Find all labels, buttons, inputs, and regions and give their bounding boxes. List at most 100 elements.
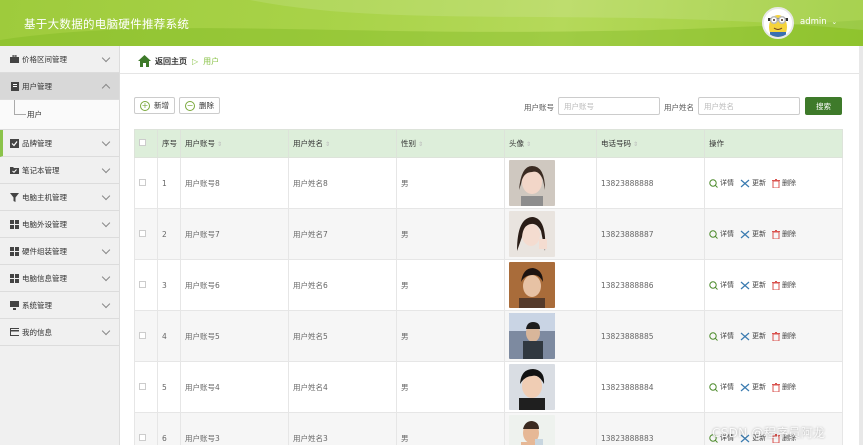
row-select-cell[interactable] xyxy=(134,412,158,445)
delete-row-button[interactable]: 删除 xyxy=(772,331,796,341)
column-header-name[interactable]: 用户姓名 ⇕ xyxy=(288,129,397,158)
edit-button[interactable]: 更新 xyxy=(740,331,766,341)
add-button[interactable]: + 新增 xyxy=(134,97,175,114)
trash-icon xyxy=(772,178,780,188)
column-header-account[interactable]: 用户账号 ⇕ xyxy=(180,129,289,158)
sidebar-item-label: 系统管理 xyxy=(22,300,52,310)
delete-row-button[interactable]: 删除 xyxy=(772,229,796,239)
sidebar-item-laptops[interactable]: 笔记本管理 xyxy=(0,157,119,184)
header-label: 性别 xyxy=(401,139,416,148)
row-checkbox[interactable] xyxy=(139,280,146,288)
sidebar-item-label: 电脑外设管理 xyxy=(22,219,67,229)
user-photo[interactable] xyxy=(509,160,555,206)
delete-label: 删除 xyxy=(782,179,796,187)
delete-row-button[interactable]: 删除 xyxy=(772,178,796,188)
cell-phone: 13823888888 xyxy=(596,157,705,209)
delete-row-button[interactable]: 删除 xyxy=(772,280,796,290)
user-menu[interactable]: admin ⌄ xyxy=(800,17,837,27)
tools-icon xyxy=(740,281,750,289)
row-checkbox[interactable] xyxy=(139,433,146,441)
name-search-input[interactable] xyxy=(698,97,800,115)
account-search-input[interactable] xyxy=(558,97,660,115)
select-all-checkbox[interactable] xyxy=(139,139,146,146)
sort-icon[interactable]: ⇕ xyxy=(526,141,531,148)
sort-icon[interactable]: ⇕ xyxy=(217,141,222,148)
sidebar-item-system[interactable]: 系统管理 xyxy=(0,292,119,319)
table-row[interactable]: 5 用户账号4 用户姓名4 男 13823888884 详情 更新 删除 xyxy=(134,361,843,413)
grid-icon xyxy=(10,273,19,283)
row-actions: 详情 更新 删除 xyxy=(709,229,842,239)
row-actions: 详情 更新 删除 xyxy=(709,382,842,392)
breadcrumb-home[interactable]: 返回主页 xyxy=(155,56,187,67)
cell-phone: 13823888887 xyxy=(596,208,705,260)
sidebar-item-price-range[interactable]: 价格区间管理 xyxy=(0,46,119,73)
row-checkbox[interactable] xyxy=(139,382,146,390)
user-photo[interactable] xyxy=(509,313,555,359)
sidebar-item-users[interactable]: 用户管理 xyxy=(0,73,119,100)
detail-button[interactable]: 详情 xyxy=(709,280,734,290)
row-select-cell[interactable] xyxy=(134,208,158,260)
row-checkbox[interactable] xyxy=(139,178,146,186)
user-name: admin xyxy=(800,17,827,27)
detail-button[interactable]: 详情 xyxy=(709,382,734,392)
edit-button[interactable]: 更新 xyxy=(740,280,766,290)
row-checkbox[interactable] xyxy=(139,229,146,237)
chevron-down-icon xyxy=(101,218,111,228)
table-row[interactable]: 3 用户账号6 用户姓名6 男 13823888886 详情 更新 删除 xyxy=(134,259,843,311)
row-actions: 详情 更新 删除 xyxy=(709,178,842,188)
sidebar-item-label: 电脑信息管理 xyxy=(22,273,67,283)
tools-icon xyxy=(740,383,750,391)
user-photo[interactable] xyxy=(509,415,555,445)
account-search-label: 用户账号 xyxy=(524,103,554,112)
watermark: CSDN @程序员阿龙 xyxy=(712,426,826,440)
sidebar-item-my-info[interactable]: 我的信息 xyxy=(0,319,119,346)
cell-index: 5 xyxy=(157,361,181,413)
vertical-scrollbar[interactable] xyxy=(859,46,863,445)
column-header-phone[interactable]: 电话号码 ⇕ xyxy=(596,129,705,158)
sort-icon[interactable]: ⇕ xyxy=(325,141,330,148)
sort-icon[interactable]: ⇕ xyxy=(418,141,423,148)
detail-button[interactable]: 详情 xyxy=(709,178,734,188)
search-button[interactable]: 搜索 xyxy=(805,97,842,115)
row-select-cell[interactable] xyxy=(134,310,158,362)
edit-button[interactable]: 更新 xyxy=(740,229,766,239)
sidebar-item-label: 用户管理 xyxy=(22,81,52,91)
cell-name: 用户姓名8 xyxy=(288,157,397,209)
user-photo[interactable] xyxy=(509,262,555,308)
sidebar-item-assembly[interactable]: 硬件组装管理 xyxy=(0,238,119,265)
user-photo[interactable] xyxy=(509,211,555,257)
column-header-avatar[interactable]: 头像 ⇕ xyxy=(504,129,597,158)
table-row[interactable]: 1 用户账号8 用户姓名8 男 13823888888 详情 更新 删除 xyxy=(134,157,843,209)
sidebar-item-peripherals[interactable]: 电脑外设管理 xyxy=(0,211,119,238)
table-row[interactable]: 2 用户账号7 用户姓名7 男 13823888887 详情 更新 删除 xyxy=(134,208,843,260)
header-index-label: 序号 xyxy=(162,139,177,148)
sidebar-item-desktops[interactable]: 电脑主机管理 xyxy=(0,184,119,211)
row-checkbox[interactable] xyxy=(139,331,146,339)
cell-avatar xyxy=(504,310,597,362)
cell-name: 用户姓名6 xyxy=(288,259,397,311)
detail-label: 详情 xyxy=(720,383,734,391)
row-select-cell[interactable] xyxy=(134,259,158,311)
select-all-cell[interactable] xyxy=(134,129,158,158)
sidebar-item-brand[interactable]: 品牌管理 xyxy=(0,130,119,157)
delete-row-button[interactable]: 删除 xyxy=(772,382,796,392)
row-select-cell[interactable] xyxy=(134,157,158,209)
edit-button[interactable]: 更新 xyxy=(740,382,766,392)
row-select-cell[interactable] xyxy=(134,361,158,413)
cell-gender: 男 xyxy=(396,208,505,260)
row-actions: 详情 更新 删除 xyxy=(709,331,842,341)
avatar[interactable] xyxy=(762,7,794,39)
detail-button[interactable]: 详情 xyxy=(709,229,734,239)
home-icon[interactable] xyxy=(138,55,151,67)
edit-label: 更新 xyxy=(752,179,766,187)
sidebar-subitem-user[interactable]: 用户 xyxy=(0,100,119,130)
detail-button[interactable]: 详情 xyxy=(709,331,734,341)
user-photo[interactable] xyxy=(509,364,555,410)
sidebar-item-computer-info[interactable]: 电脑信息管理 xyxy=(0,265,119,292)
edit-button[interactable]: 更新 xyxy=(740,178,766,188)
sort-icon[interactable]: ⇕ xyxy=(633,141,638,148)
header-label: 头像 xyxy=(509,139,524,148)
table-row[interactable]: 4 用户账号5 用户姓名5 男 13823888885 详情 更新 删除 xyxy=(134,310,843,362)
delete-button[interactable]: − 删除 xyxy=(179,97,220,114)
column-header-gender[interactable]: 性别 ⇕ xyxy=(396,129,505,158)
